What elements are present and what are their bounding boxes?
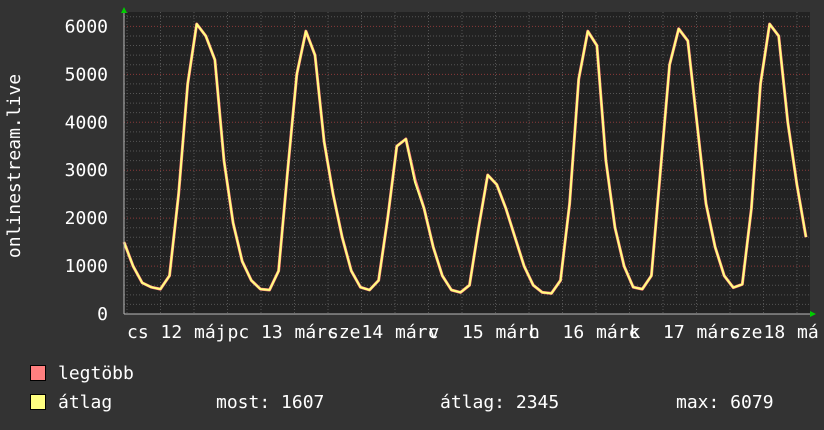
legend-item-avg: átlag [30,391,112,413]
x-tick-label: má [797,322,819,343]
x-tick-label: 14 [362,322,384,343]
y-tick-label: 3000 [65,160,108,181]
x-tick-label: k [630,322,641,343]
y-tick-label: 5000 [65,64,108,85]
x-tick-label: máj [194,322,227,343]
y-axis-label: onlinestream.live [4,74,25,258]
x-tick-label: 16 [563,322,585,343]
stat-avg: átlag: 2345 [440,392,560,413]
line-chart: 0100020003000400050006000 cs 12 máj pc 13 már… [4,7,819,343]
stat-now: most: 1607 [216,392,325,413]
y-tick-labels: 0 1000 2000 3000 4000 5000 6000 [65,16,108,325]
x-tick-label: 12 [161,322,183,343]
stat-max: max: 6079 [676,392,774,413]
legend-swatch-avg [30,394,46,410]
x-tick-label: sze [730,322,763,343]
y-tick-label: 1000 [65,256,108,277]
x-tick-label: sze [328,322,361,343]
y-tick-label: 6000 [65,16,108,37]
y-tick-label: 0 [97,304,108,325]
x-tick-label: pc [228,322,250,343]
x-tick-label: 18 [764,322,786,343]
x-tick-label: h [529,322,540,343]
x-tick-labels: cs 12 máj pc 13 márcsze 14 márcv 15 márch 16 márck 1… [127,322,819,343]
x-tick-label: 13 [261,322,283,343]
x-tick-label: 15 [462,322,484,343]
x-tick-label: 17 [663,322,685,343]
plot-background [124,12,810,314]
legend-swatch-max [30,365,46,381]
x-axis-arrow [810,311,816,317]
y-axis-arrow [121,7,127,13]
x-tick-label: cs [127,322,149,343]
x-tick-label: v [429,322,440,343]
y-tick-label: 4000 [65,112,108,133]
legend-label-max: legtöbb [58,362,134,384]
y-tick-label: 2000 [65,208,108,229]
legend-item-max: legtöbb [30,362,134,384]
legend-label-avg: átlag [58,391,113,413]
